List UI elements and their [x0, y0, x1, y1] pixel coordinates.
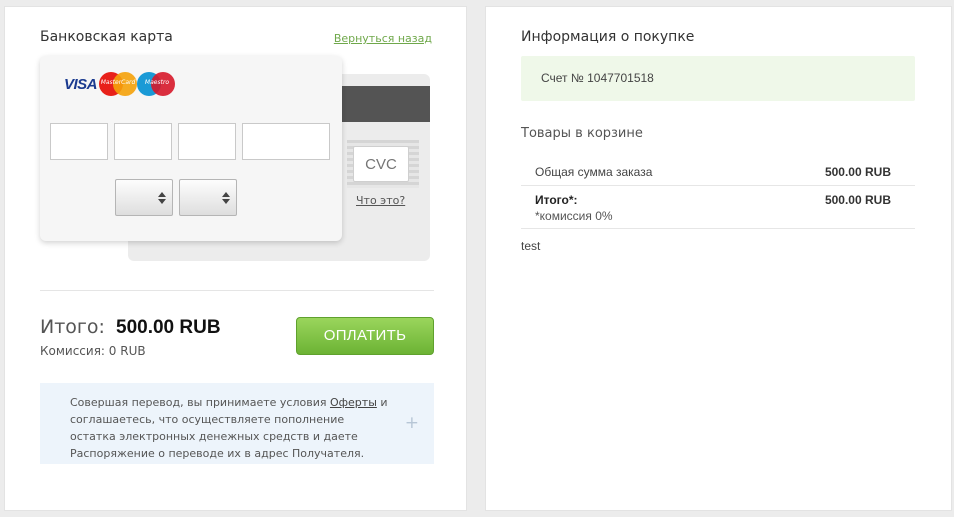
commission-text: Комиссия: 0 RUB: [40, 344, 146, 358]
mastercard-logo: MasterCard: [99, 72, 139, 96]
visa-logo: VISA: [64, 75, 98, 93]
cvc-help-link[interactable]: Что это?: [356, 194, 405, 207]
grand-total-label: Итого*:: [535, 193, 578, 207]
payment-title: Банковская карта: [40, 29, 173, 45]
card-number-part-4[interactable]: [242, 123, 330, 160]
chevron-up-icon: [158, 192, 166, 197]
invoice-box: Счет № 1047701518: [521, 56, 915, 101]
grand-total-value: 500.00 RUB: [824, 193, 891, 207]
order-total-row: Общая сумма заказа 500.00 RUB: [521, 156, 915, 186]
cvc-input[interactable]: [353, 146, 409, 182]
invoice-number: Счет № 1047701518: [541, 71, 654, 85]
expiry-year-select[interactable]: [179, 179, 237, 216]
expiry-month-select[interactable]: [115, 179, 173, 216]
chevron-up-icon: [222, 192, 230, 197]
magnetic-stripe: [328, 86, 430, 122]
total-label: Итого:: [40, 316, 105, 338]
card-number-part-3[interactable]: [178, 123, 236, 160]
offer-link[interactable]: Оферты: [330, 396, 377, 409]
maestro-logo-text: Maestro: [144, 79, 170, 86]
maestro-logo: Maestro: [137, 72, 177, 96]
payment-panel: Банковская карта Вернуться назад Что это…: [4, 6, 467, 511]
chevron-down-icon: [158, 199, 166, 204]
offer-text: Совершая перевод, вы принимаете условия …: [70, 394, 390, 462]
commission-note: *комиссия 0%: [535, 209, 613, 223]
order-total-value: 500.00 RUB: [824, 165, 891, 179]
total-row: Итого: 500.00 RUB: [40, 316, 221, 339]
card-number-part-2[interactable]: [114, 123, 172, 160]
grand-total-row: Итого*: 500.00 RUB *комиссия 0%: [521, 187, 915, 229]
offer-text-before: Совершая перевод, вы принимаете условия: [70, 396, 330, 409]
card-front: VISA MasterCard Maestro: [40, 56, 342, 241]
purchase-info-panel: Информация о покупке Счет № 1047701518 Т…: [485, 6, 952, 511]
back-link[interactable]: Вернуться назад: [334, 32, 432, 45]
offer-notice: Совершая перевод, вы принимаете условия …: [40, 383, 434, 464]
purchase-title: Информация о покупке: [521, 29, 695, 45]
mastercard-logo-text: MasterCard: [100, 79, 136, 86]
total-value: 500.00 RUB: [116, 317, 221, 338]
plus-icon[interactable]: +: [405, 413, 419, 433]
divider: [40, 290, 434, 291]
card-number-part-1[interactable]: [50, 123, 108, 160]
chevron-down-icon: [222, 199, 230, 204]
pay-button[interactable]: ОПЛАТИТЬ: [296, 317, 434, 355]
order-description: test: [521, 239, 541, 253]
order-total-label: Общая сумма заказа: [535, 165, 653, 179]
cart-title: Товары в корзине: [521, 126, 643, 141]
card-logos: VISA MasterCard Maestro: [64, 70, 177, 98]
